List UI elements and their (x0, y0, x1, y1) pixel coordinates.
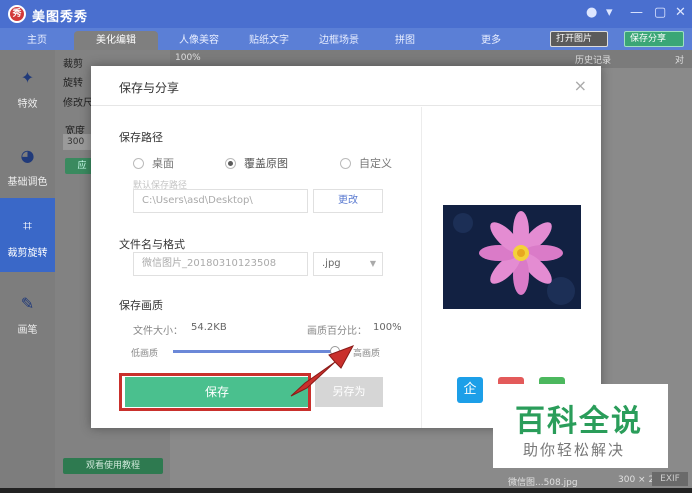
sidebar-item-basic-color[interactable]: ◕ 基础调色 (0, 128, 55, 200)
open-image-button[interactable]: 打开图片 (550, 31, 608, 47)
history-button[interactable]: 历史记录 (575, 53, 611, 66)
rotate-label[interactable]: 旋转 (63, 74, 83, 89)
radio-custom[interactable]: 自定义 (340, 155, 392, 170)
brush-icon: ✎ (20, 294, 35, 313)
taskbar (0, 488, 692, 493)
sidebar-item-brush[interactable]: ✎ 画笔 (0, 276, 55, 348)
quality-heading: 保存画质 (119, 299, 163, 312)
format-value: .jpg (322, 258, 341, 269)
tab-collage[interactable]: 拼图 (380, 31, 430, 50)
radio-label: 桌面 (152, 157, 174, 170)
share-qq-icon[interactable]: 企 (457, 377, 483, 403)
file-size-label: 文件大小： (133, 326, 183, 337)
quality-percent-value: 100% (373, 322, 402, 333)
chevron-down-icon: ▼ (369, 259, 376, 268)
dialog-title: 保存与分享 (119, 81, 180, 95)
app-title: 美图秀秀 (32, 10, 89, 25)
close-window-icon[interactable]: ✕ (675, 5, 686, 20)
flower-image-icon (443, 205, 581, 309)
tab-stickers-text[interactable]: 贴纸文字 (234, 31, 304, 50)
tab-portrait[interactable]: 人像美容 (164, 31, 234, 50)
quality-percent-label: 画质百分比： (307, 326, 367, 337)
app-logo-icon: 秀 (8, 5, 26, 23)
quality-slider-fill (173, 350, 335, 353)
annotation-highlight-box (119, 373, 311, 411)
sidebar-item-effects[interactable]: ✦ 特效 (0, 50, 55, 122)
save-share-dialog: 保存与分享 × 保存路径 桌面 覆盖原图 自定义 默认保存路径 C:\Users… (91, 66, 601, 428)
format-select[interactable]: .jpg ▼ (313, 252, 383, 276)
filename-input[interactable]: 微信图片_20180310123508 (133, 252, 308, 276)
save-path-heading: 保存路径 (119, 131, 163, 144)
quality-slider-track[interactable] (173, 350, 335, 353)
watermark: 百科全说 助你轻松解决 (493, 384, 668, 468)
file-size-value: 54.2KB (191, 322, 227, 333)
sidebar-item-label: 特效 (17, 99, 38, 110)
maximize-icon[interactable]: ▢ (654, 5, 666, 20)
tab-more[interactable]: 更多 (466, 31, 516, 50)
exif-button[interactable]: EXIF (652, 472, 688, 486)
resize-label[interactable]: 修改尺 (63, 94, 93, 109)
sidebar-item-label: 裁剪旋转 (7, 248, 48, 259)
sidebar-item-label: 画笔 (17, 325, 38, 336)
radio-label: 自定义 (359, 157, 392, 170)
quality-slider-handle[interactable] (330, 346, 340, 356)
tab-home[interactable]: 主页 (12, 31, 62, 50)
palette-icon: ◕ (20, 146, 35, 165)
magic-wand-icon: ✦ (20, 68, 35, 87)
skin-icon[interactable]: ● (586, 5, 597, 20)
low-quality-label: 低画质 (131, 349, 159, 359)
radio-overwrite-original[interactable]: 覆盖原图 (225, 155, 288, 170)
save-share-button[interactable]: 保存分享 (624, 31, 684, 47)
image-preview (443, 205, 581, 309)
filename-format-heading: 文件名与格式 (119, 238, 185, 251)
zoom-level[interactable]: 100% (175, 53, 201, 63)
close-icon[interactable]: × (574, 76, 587, 95)
tab-frames-scenes[interactable]: 边框场景 (304, 31, 374, 50)
sidebar-item-label: 基础调色 (7, 177, 48, 188)
high-quality-label: 高画质 (353, 349, 381, 359)
dialog-divider (421, 107, 422, 428)
minimize-icon[interactable]: — (630, 5, 643, 20)
radio-dot (340, 158, 351, 169)
crop-label[interactable]: 裁剪 (63, 55, 83, 70)
watermark-title: 百科全说 (515, 404, 643, 439)
radio-dot (225, 158, 236, 169)
crop-icon: ⌗ (22, 216, 32, 235)
radio-label: 覆盖原图 (244, 157, 288, 170)
dialog-header: 保存与分享 × (91, 66, 601, 106)
radio-dot (133, 158, 144, 169)
radio-desktop[interactable]: 桌面 (133, 155, 174, 170)
status-filename: 微信图...508.jpg (508, 478, 578, 488)
main-tab-bar: 主页 美化编辑 人像美容 贴纸文字 边框场景 拼图 更多 打开图片 保存分享 (0, 28, 692, 50)
sidebar-item-crop-rotate[interactable]: ⌗ 裁剪旋转 (0, 198, 55, 272)
watermark-subtitle: 助你轻松解决 (523, 441, 626, 459)
left-sidebar: ✦ 特效 ◕ 基础调色 ⌗ 裁剪旋转 ✎ 画笔 (0, 50, 55, 493)
change-path-button[interactable]: 更改 (313, 189, 383, 213)
title-bar: 秀 美图秀秀 ● ▾ — ▢ ✕ (0, 0, 692, 28)
save-as-button[interactable]: 另存为 (315, 377, 383, 407)
menu-dropdown-icon[interactable]: ▾ (606, 5, 613, 20)
tab-beautify-edit[interactable]: 美化编辑 (74, 31, 158, 50)
save-path-field[interactable]: C:\Users\asd\Desktop\ (133, 189, 308, 213)
watch-tutorial-button[interactable]: 观看使用教程 (63, 458, 163, 474)
